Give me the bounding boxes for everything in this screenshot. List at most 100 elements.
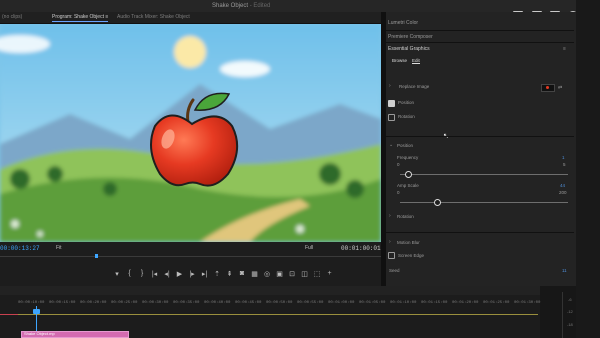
ruler-tick-label: 00:00:25:00 [111,301,138,305]
tab-menu-icon[interactable]: ≡ [105,14,108,20]
seed-label: Seed [389,268,400,273]
tab-edit[interactable]: Edit [412,58,420,64]
tab-audio-track-mixer[interactable]: Audio Track Mixer: Shake Object [117,14,190,20]
window-title: Shake Object - Edited [212,3,270,9]
meter-tick: -18 [567,322,573,327]
ruler-tick-label: 00:00:55:00 [297,301,324,305]
divider [386,136,574,137]
panel-essential-graphics[interactable]: Essential Graphics [388,46,430,52]
panel-premiere-composer[interactable]: Premiere Composer [388,34,433,40]
resolution-select[interactable]: Full [305,245,313,251]
motion-blur-label: Motion Blur [397,240,420,245]
chevron-right-icon[interactable]: › [389,83,391,89]
window-edge [576,0,600,338]
frequency-slider-track[interactable] [400,174,568,175]
screen-edge-label: Screen Edge [398,253,425,258]
step-back-icon[interactable]: ◂| [163,270,171,278]
frequency-min: 0 [397,162,400,167]
timeline-scrollbar[interactable] [0,286,540,295]
ruler-tick-label: 00:01:10:00 [390,301,417,305]
mark-in-icon[interactable]: { [126,270,134,277]
mark-out-icon[interactable]: } [138,270,146,277]
amplitude-min: 0 [397,190,400,195]
tab-browse[interactable]: Browse [392,58,407,63]
ruler-tick-label: 00:00:35:00 [173,301,200,305]
position-label: Position [398,100,415,105]
rotation-checkbox[interactable] [388,114,395,121]
tab-program-label: Program: Shake Object [52,14,104,20]
ruler-tick-label: 00:01:05:00 [359,301,386,305]
rotation-section-label: Rotation [397,214,414,219]
amplitude-value[interactable]: 44 [560,183,565,188]
ruler-tick-label: 00:00:30:00 [142,301,169,305]
replace-image-icon[interactable]: ⇄ [558,85,562,91]
zoom-fit-select[interactable]: Fit [56,245,62,251]
seed-value[interactable]: 11 [562,268,567,273]
divider [386,42,574,43]
ruler-tick-label: 00:01:15:00 [421,301,448,305]
chevron-down-icon[interactable]: ⌄ [389,142,393,148]
multicam-icon[interactable]: ▦ [251,270,259,278]
monitor-playhead[interactable] [95,254,98,258]
ruler-tick-label: 00:00:45:00 [235,301,262,305]
vr-icon[interactable]: ◎ [263,270,271,278]
timeline-playhead[interactable] [33,309,40,314]
add-button-icon[interactable]: + [326,270,334,277]
screen-edge-checkbox[interactable] [388,252,395,259]
frequency-value[interactable]: 1 [562,155,565,160]
frequency-max: 5 [563,162,566,167]
meter-tick: -6 [568,297,572,302]
monitor-tabs: (no clips) Program: Shake Object ≡ Audio… [0,12,384,24]
tab-source[interactable]: (no clips) [2,14,22,20]
camera-icon[interactable]: ◙ [238,270,246,277]
divider [386,232,574,233]
position-section-label: Position [397,143,414,148]
amplitude-slider-track[interactable] [400,202,568,203]
ruler-tick-label: 00:00:40:00 [204,301,231,305]
lift-icon[interactable]: ⇡ [213,270,221,278]
go-to-out-icon[interactable]: ▸| [201,270,209,278]
ruler-tick-label: 00:01:25:00 [483,301,510,305]
safe-margins-icon[interactable]: ⊡ [288,270,296,278]
panel-lumetri-color[interactable]: Lumetri Color [388,20,418,26]
ruler-tick-label: 00:01:30:00 [514,301,541,305]
window-title-suffix: - Edited [248,3,271,9]
compare-icon[interactable]: ◫ [301,270,309,278]
work-area-bar[interactable] [18,314,538,315]
rotation-label: Rotation [398,114,415,119]
program-monitor-frame[interactable] [0,24,381,242]
chevron-right-icon[interactable]: › [389,239,391,245]
panel-menu-icon[interactable]: ≡ [563,46,566,52]
monitor-scrub-bar[interactable] [0,256,381,257]
image-thumbnail[interactable] [541,84,555,92]
ruler-tick-label: 00:01:20:00 [452,301,479,305]
amplitude-slider-knob[interactable] [433,199,441,206]
chevron-right-icon[interactable]: › [389,213,391,219]
frequency-label: Frequency [397,155,419,160]
amplitude-label: Amp Scale [397,183,419,188]
work-area-bar-start [0,314,18,315]
tab-program[interactable]: Program: Shake Object ≡ [52,14,109,22]
position-checkbox[interactable] [388,100,395,107]
duration-timecode: 00:01:00:01 [341,245,381,252]
extract-icon[interactable]: ⇞ [226,270,234,278]
go-to-in-icon[interactable]: |◂ [151,270,159,278]
video-clip-label: Shake Object.mp [24,331,55,336]
replace-image-label: Replace Image [399,84,430,89]
proxy-icon[interactable]: ▣ [276,270,284,278]
export-frame-icon[interactable]: ⬚ [313,270,321,278]
play-icon[interactable]: ▶ [176,270,184,278]
playhead-timecode[interactable]: 00:00:13:27 [0,245,40,252]
ruler-tick-label: 00:00:15:00 [49,301,76,305]
ruler-tick-label: 00:00:20:00 [80,301,107,305]
divider [386,30,574,31]
title-bar [0,0,600,12]
scene-illustration [0,24,381,242]
window-title-name: Shake Object [212,3,249,9]
step-forward-icon[interactable]: |▸ [188,270,196,278]
ruler-tick-label: 00:00:50:00 [266,301,293,305]
ruler-tick-label: 00:00:10:00 [18,301,45,305]
amplitude-max: 200 [559,190,567,195]
ruler-tick-label: 00:01:00:00 [328,301,355,305]
marker-icon[interactable]: ▾ [113,270,121,278]
